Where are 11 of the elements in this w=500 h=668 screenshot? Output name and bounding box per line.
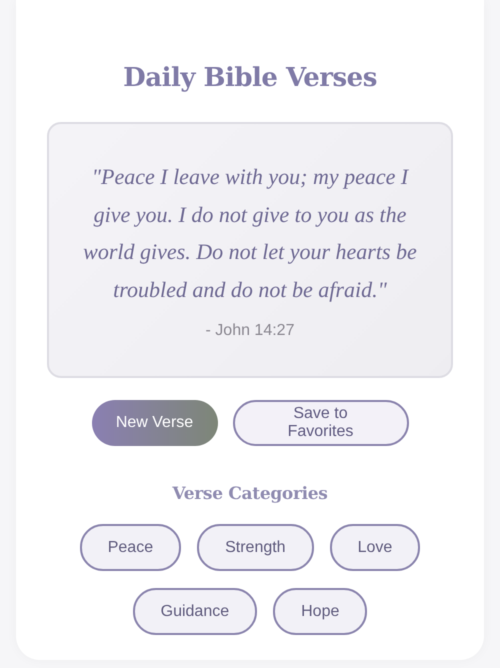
app-title: Daily Bible Verses	[123, 62, 377, 95]
save-favorites-button[interactable]: Save to Favorites	[232, 400, 408, 446]
category-button[interactable]: Love	[330, 524, 420, 571]
verse-text: "Peace I leave with you; my peace I give you. I do not give to you as the world gives. Do not let your hearts be troubled and do not be afraid."	[82, 163, 418, 304]
category-button[interactable]: Hope	[273, 588, 368, 635]
category-button[interactable]: Guidance	[132, 588, 258, 635]
category-button[interactable]: Peace	[80, 524, 182, 571]
categories-heading: Verse Categories	[172, 484, 328, 504]
verse-reference: - John 14:27	[206, 322, 294, 340]
category-button[interactable]: Strength	[197, 524, 314, 571]
new-verse-button[interactable]: New Verse	[92, 400, 218, 446]
